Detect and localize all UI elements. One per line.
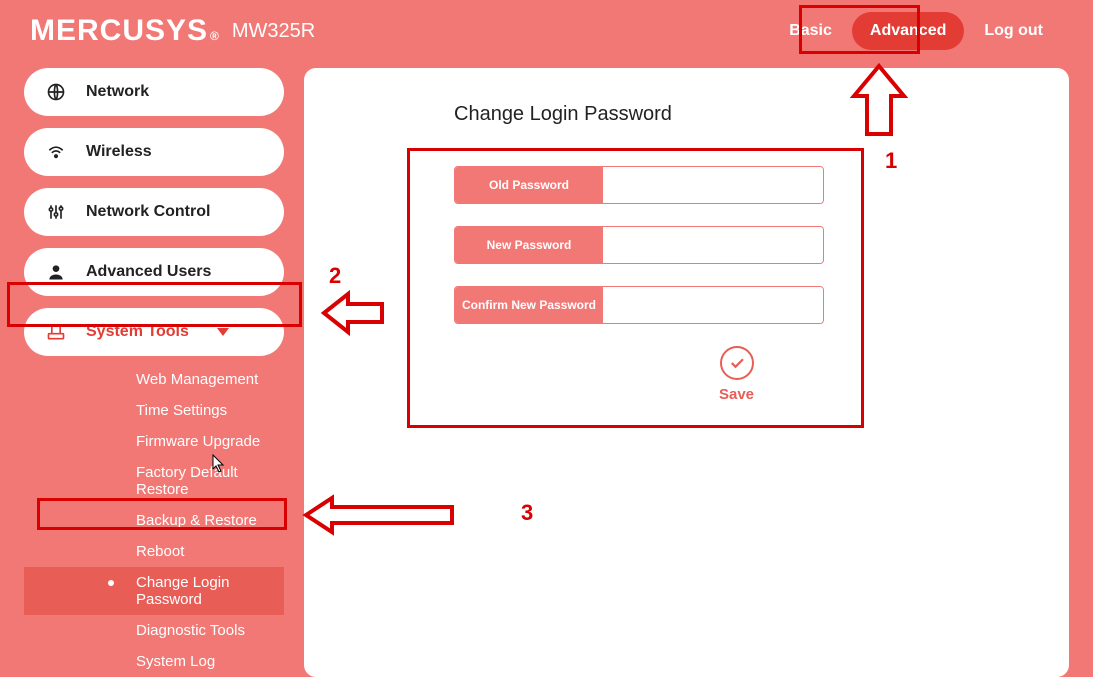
active-bullet-icon bbox=[108, 580, 114, 586]
sidebar-item-system-tools[interactable]: System Tools bbox=[24, 308, 284, 356]
panel-title: Change Login Password bbox=[454, 103, 919, 126]
model-label: MW325R bbox=[232, 20, 315, 43]
sidebar-sub-change-password[interactable]: Change Login Password bbox=[24, 567, 284, 615]
old-password-label: Old Password bbox=[455, 167, 603, 203]
save-label: Save bbox=[719, 386, 754, 403]
confirm-password-row: Confirm New Password bbox=[454, 286, 824, 324]
nav-basic[interactable]: Basic bbox=[789, 22, 832, 40]
check-icon bbox=[720, 346, 754, 380]
sidebar-item-wireless[interactable]: Wireless bbox=[24, 128, 284, 176]
wifi-icon bbox=[46, 142, 66, 162]
globe-icon bbox=[46, 82, 66, 102]
sidebar-item-network[interactable]: Network bbox=[24, 68, 284, 116]
sidebar-subitems: Web Management Time Settings Firmware Up… bbox=[24, 364, 284, 677]
sliders-icon bbox=[46, 202, 66, 222]
router-icon bbox=[46, 322, 66, 342]
brand-text: MERCUSYS bbox=[30, 14, 208, 48]
user-icon bbox=[46, 262, 66, 282]
sidebar-sub-web-management[interactable]: Web Management bbox=[24, 364, 284, 395]
sidebar-sub-label: Change Login Password bbox=[136, 574, 229, 608]
registered-mark: ® bbox=[210, 29, 220, 43]
sidebar-item-label: Advanced Users bbox=[86, 263, 211, 281]
sidebar-item-label: System Tools bbox=[86, 323, 189, 341]
sidebar-item-label: Network Control bbox=[86, 203, 210, 221]
old-password-input[interactable] bbox=[603, 167, 823, 203]
sidebar-sub-reboot[interactable]: Reboot bbox=[24, 536, 284, 567]
sidebar-sub-firmware-upgrade[interactable]: Firmware Upgrade bbox=[24, 426, 284, 457]
sidebar: Network Wireless Network Control Advance… bbox=[24, 68, 284, 677]
main-panel: Change Login Password Old Password New P… bbox=[304, 68, 1069, 677]
sidebar-item-advanced-users[interactable]: Advanced Users bbox=[24, 248, 284, 296]
new-password-input[interactable] bbox=[603, 227, 823, 263]
nav-logout[interactable]: Log out bbox=[984, 22, 1043, 40]
old-password-row: Old Password bbox=[454, 166, 824, 204]
save-button[interactable]: Save bbox=[554, 346, 919, 403]
sidebar-item-network-control[interactable]: Network Control bbox=[24, 188, 284, 236]
header: MERCUSYS ® MW325R Basic Advanced Log out bbox=[0, 0, 1093, 68]
confirm-password-input[interactable] bbox=[603, 287, 823, 323]
sidebar-sub-diagnostic-tools[interactable]: Diagnostic Tools bbox=[24, 615, 284, 646]
new-password-label: New Password bbox=[455, 227, 603, 263]
nav-advanced[interactable]: Advanced bbox=[852, 12, 964, 50]
chevron-down-icon bbox=[217, 328, 229, 336]
new-password-row: New Password bbox=[454, 226, 824, 264]
sidebar-sub-system-log[interactable]: System Log bbox=[24, 646, 284, 677]
sidebar-sub-factory-default[interactable]: Factory Default Restore bbox=[24, 457, 284, 505]
sidebar-sub-time-settings[interactable]: Time Settings bbox=[24, 395, 284, 426]
sidebar-item-label: Wireless bbox=[86, 143, 152, 161]
brand-logo: MERCUSYS ® bbox=[30, 14, 220, 48]
sidebar-item-label: Network bbox=[86, 83, 149, 101]
sidebar-sub-backup-restore[interactable]: Backup & Restore bbox=[24, 505, 284, 536]
confirm-password-label: Confirm New Password bbox=[455, 287, 603, 323]
